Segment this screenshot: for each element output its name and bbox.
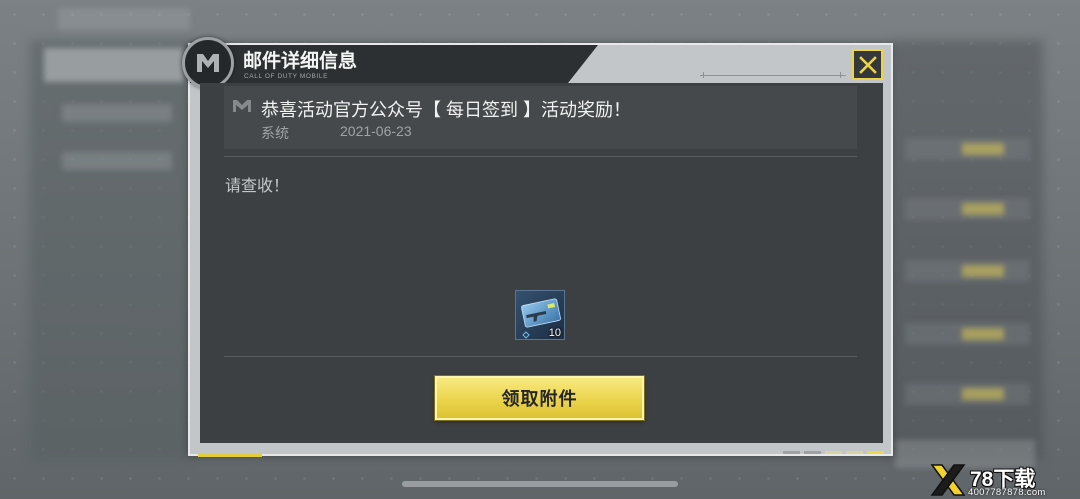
close-icon bbox=[858, 55, 877, 74]
watermark-logo-icon bbox=[930, 464, 966, 496]
cod-emblem-icon bbox=[182, 37, 234, 89]
pager-segment bbox=[804, 451, 821, 454]
background-menu-item bbox=[62, 104, 172, 122]
background-menu-item-active bbox=[44, 48, 184, 82]
pager-segment bbox=[846, 451, 863, 454]
background-top-header bbox=[58, 8, 190, 30]
dialog-title: 邮件详细信息 bbox=[243, 51, 358, 72]
watermark-url: 4007787878.com bbox=[968, 487, 1046, 498]
dialog-subtitle: CALL OF DUTY MOBILE bbox=[244, 73, 329, 80]
mail-sender: 系统 bbox=[261, 125, 289, 141]
divider bbox=[224, 356, 857, 357]
background-reward-marker bbox=[962, 328, 1004, 340]
attachment-item[interactable]: 10 bbox=[515, 290, 565, 340]
mail-emblem-icon bbox=[233, 100, 251, 112]
background-left-menu bbox=[30, 40, 190, 460]
mail-subject: 恭喜活动官方公众号【 每日签到 】活动奖励！ bbox=[261, 100, 631, 120]
divider bbox=[224, 156, 857, 157]
mail-body: 请查收！ bbox=[225, 178, 290, 195]
pager-segment bbox=[825, 451, 842, 454]
background-reward-marker bbox=[962, 388, 1004, 400]
tab-indicator bbox=[198, 454, 262, 457]
home-indicator[interactable] bbox=[402, 481, 678, 487]
close-button[interactable] bbox=[852, 49, 883, 80]
background-menu-item bbox=[62, 152, 172, 170]
background-reward-marker bbox=[962, 265, 1004, 277]
pager-segment bbox=[783, 451, 800, 454]
pager-segment bbox=[867, 451, 884, 454]
decorative-tick bbox=[703, 72, 704, 78]
decorative-tick bbox=[840, 72, 841, 78]
attachment-count: 10 bbox=[548, 327, 561, 339]
decorative-track bbox=[700, 75, 846, 76]
watermark: 78下载 4007787878.com bbox=[930, 462, 1080, 499]
claim-attachment-label: 领取附件 bbox=[501, 389, 578, 409]
mail-date: 2021-06-23 bbox=[340, 123, 412, 139]
background-reward-marker bbox=[962, 143, 1004, 155]
claim-attachment-button[interactable]: 领取附件 bbox=[435, 376, 644, 420]
background-reward-marker bbox=[962, 203, 1004, 215]
